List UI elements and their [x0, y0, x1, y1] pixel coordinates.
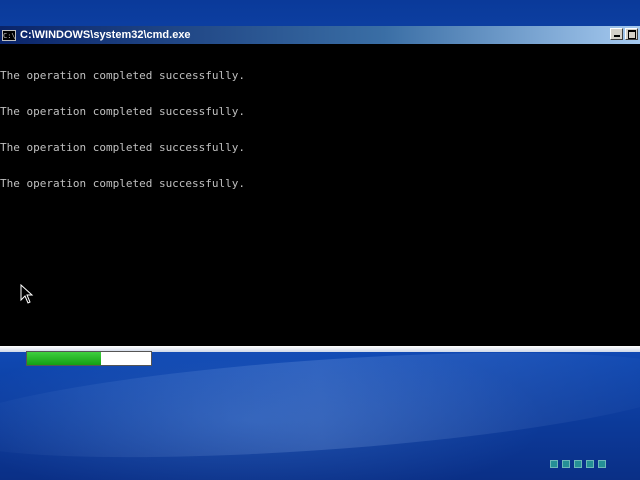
- minimize-button[interactable]: [610, 28, 623, 40]
- mouse-cursor-icon: [20, 284, 34, 304]
- cmd-icon: C:\: [2, 29, 16, 41]
- progress-dot: [550, 460, 558, 468]
- desktop-background: C:\ C:\WINDOWS\system32\cmd.exe The oper…: [0, 0, 640, 480]
- console-line: The operation completed successfully.: [0, 177, 246, 190]
- progress-dot: [598, 460, 606, 468]
- console-line: The operation completed successfully.: [0, 105, 246, 118]
- maximize-button[interactable]: [625, 28, 638, 40]
- progress-bar: [26, 351, 152, 366]
- progress-dot: [574, 460, 582, 468]
- progress-dot: [562, 460, 570, 468]
- console-line: The operation completed successfully.: [0, 141, 246, 154]
- title-buttons: [610, 28, 638, 40]
- progress-dots-icon: [550, 460, 606, 468]
- console-output[interactable]: The operation completed successfully. Th…: [0, 46, 640, 346]
- cmd-window[interactable]: C:\ C:\WINDOWS\system32\cmd.exe The oper…: [0, 26, 640, 352]
- window-title: C:\WINDOWS\system32\cmd.exe: [20, 29, 191, 41]
- title-bar[interactable]: C:\ C:\WINDOWS\system32\cmd.exe: [0, 26, 640, 44]
- progress-dot: [586, 460, 594, 468]
- progress-fill: [27, 352, 102, 365]
- console-line: The operation completed successfully.: [0, 69, 246, 82]
